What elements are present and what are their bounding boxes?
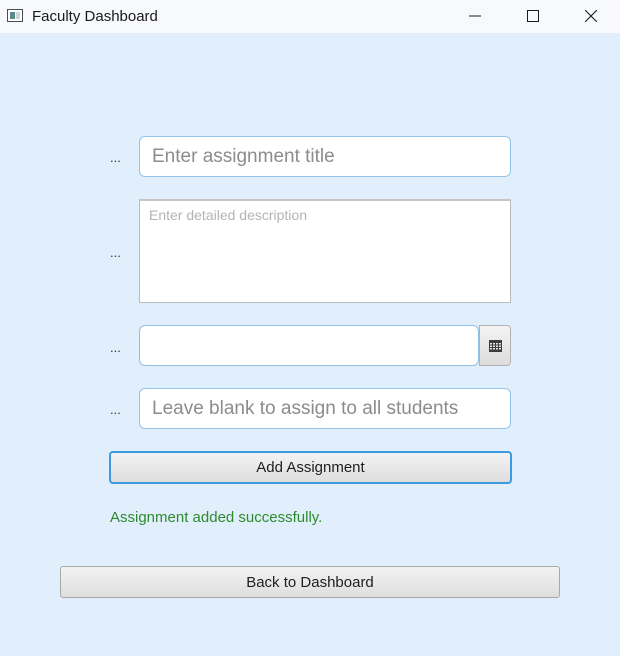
- assignment-description-textarea[interactable]: [139, 199, 511, 303]
- description-field-label: ...: [110, 245, 121, 260]
- maximize-icon: [527, 10, 539, 22]
- status-message: Assignment added successfully.: [110, 509, 323, 526]
- title-bar: Faculty Dashboard: [0, 0, 620, 33]
- close-icon: [585, 10, 597, 22]
- due-date-field-label: ...: [110, 340, 121, 355]
- calendar-icon: [489, 340, 502, 352]
- close-button[interactable]: [568, 0, 614, 33]
- minimize-button[interactable]: [452, 0, 498, 33]
- date-picker-button[interactable]: [479, 325, 511, 366]
- minimize-icon: [469, 15, 481, 17]
- due-date-input[interactable]: [139, 325, 479, 366]
- assignment-title-input[interactable]: [139, 136, 511, 177]
- title-field-label: ...: [110, 150, 121, 165]
- add-assignment-button[interactable]: Add Assignment: [109, 451, 512, 484]
- window-title: Faculty Dashboard: [32, 8, 158, 25]
- recipients-field-label: ...: [110, 402, 121, 417]
- recipients-input[interactable]: [139, 388, 511, 429]
- app-icon: [7, 9, 23, 22]
- maximize-button[interactable]: [510, 0, 556, 33]
- back-to-dashboard-button[interactable]: Back to Dashboard: [60, 566, 560, 598]
